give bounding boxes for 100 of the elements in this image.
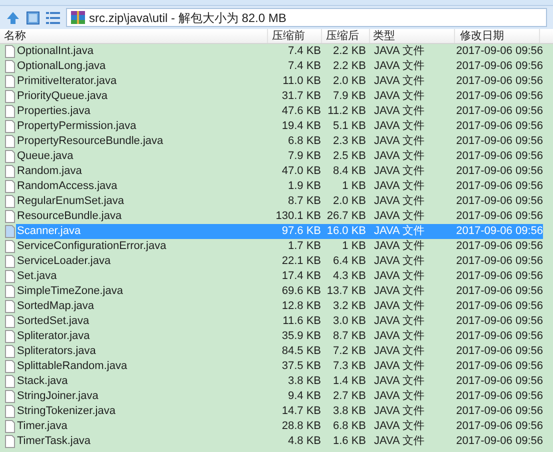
file-row[interactable]: Properties.java 47.6 KB 11.2 KB JAVA 文件 2017-09-06 09:56	[16, 104, 543, 119]
packed-size: 2.0 KB	[332, 74, 366, 89]
list-icon[interactable]	[46, 12, 60, 24]
column-header[interactable]: 类型	[370, 29, 455, 43]
file-row[interactable]: StringJoiner.java 9.4 KB 2.7 KB JAVA 文件 2017-09-06 09:56	[16, 389, 543, 404]
file-row[interactable]: Spliterator.java 35.9 KB 8.7 KB JAVA 文件 2017-09-06 09:56	[16, 329, 543, 344]
file-row[interactable]: PropertyPermission.java 19.4 KB 5.1 KB JAVA 文件 2017-09-06 09:56	[16, 119, 543, 134]
original-size: 4.8 KB	[286, 434, 321, 449]
file-icon	[5, 255, 15, 268]
modified-date: 2017-09-06 09:56	[455, 209, 543, 224]
up-arrow-icon[interactable]	[6, 10, 20, 24]
modified-date: 2017-09-06 09:56	[455, 419, 543, 434]
modified-date: 2017-09-06 09:56	[455, 284, 543, 299]
file-icon	[5, 360, 15, 373]
original-size: 22.1 KB	[280, 254, 321, 269]
modified-date: 2017-09-06 09:56	[455, 104, 543, 119]
file-type: JAVA 文件	[373, 194, 426, 209]
file-row[interactable]: Random.java 47.0 KB 8.4 KB JAVA 文件 2017-09-06 09:56	[16, 164, 543, 179]
original-size: 47.0 KB	[280, 164, 321, 179]
file-icon	[5, 330, 15, 343]
file-type: JAVA 文件	[373, 164, 426, 179]
file-row[interactable]: Spliterators.java 84.5 KB 7.2 KB JAVA 文件 2017-09-06 09:56	[16, 344, 543, 359]
file-name: RandomAccess.java	[16, 179, 118, 194]
file-icon	[5, 420, 15, 433]
packed-size: 3.2 KB	[332, 299, 366, 314]
file-row[interactable]: PropertyResourceBundle.java 6.8 KB 2.3 KB JAVA 文件 2017-09-06 09:56	[16, 134, 543, 149]
file-row[interactable]: RandomAccess.java 1.9 KB 1 KB JAVA 文件 2017-09-06 09:56	[16, 179, 543, 194]
file-name: Spliterators.java	[16, 344, 97, 359]
file-row[interactable]: SortedMap.java 12.8 KB 3.2 KB JAVA 文件 2017-09-06 09:56	[16, 299, 543, 314]
file-icon	[5, 45, 15, 58]
file-row[interactable]: RegularEnumSet.java 8.7 KB 2.0 KB JAVA 文件 2017-09-06 09:56	[16, 194, 543, 209]
original-size: 3.8 KB	[286, 374, 321, 389]
file-type: JAVA 文件	[373, 419, 426, 434]
file-type: JAVA 文件	[373, 134, 426, 149]
original-size: 35.9 KB	[280, 329, 321, 344]
file-row[interactable]: ServiceLoader.java 22.1 KB 6.4 KB JAVA 文件 2017-09-06 09:56	[16, 254, 543, 269]
file-row[interactable]: PriorityQueue.java 31.7 KB 7.9 KB JAVA 文件 2017-09-06 09:56	[16, 89, 543, 104]
column-header[interactable]: 压缩后	[322, 29, 370, 43]
modified-date: 2017-09-06 09:56	[455, 89, 543, 104]
file-icon	[5, 435, 15, 448]
original-size: 7.9 KB	[286, 149, 321, 164]
file-type: JAVA 文件	[373, 404, 426, 419]
file-icon	[5, 195, 15, 208]
column-header[interactable]: 压缩前	[268, 29, 322, 43]
file-name: PriorityQueue.java	[16, 89, 108, 104]
packed-size: 11.2 KB	[326, 104, 366, 119]
file-row[interactable]: StringTokenizer.java 14.7 KB 3.8 KB JAVA 文件 2017-09-06 09:56	[16, 404, 543, 419]
file-row[interactable]: Stack.java 3.8 KB 1.4 KB JAVA 文件 2017-09-06 09:56	[16, 374, 543, 389]
file-name: Timer.java	[16, 419, 68, 434]
original-size: 9.4 KB	[286, 389, 321, 404]
file-type: JAVA 文件	[373, 284, 426, 299]
file-row[interactable]: ResourceBundle.java 130.1 KB 26.7 KB JAVA 文件 2017-09-06 09:56	[16, 209, 543, 224]
file-row[interactable]: Set.java 17.4 KB 4.3 KB JAVA 文件 2017-09-06 09:56	[16, 269, 543, 284]
packed-size: 26.7 KB	[326, 209, 366, 224]
modified-date: 2017-09-06 09:56	[455, 374, 543, 389]
file-icon	[5, 405, 15, 418]
file-name: PrimitiveIterator.java	[16, 74, 118, 89]
packed-size: 7.3 KB	[332, 359, 366, 374]
original-size: 11.6 KB	[282, 314, 321, 329]
file-name: Set.java	[16, 269, 58, 284]
original-size: 130.1 KB	[274, 209, 321, 224]
packed-size: 6.4 KB	[332, 254, 366, 269]
modified-date: 2017-09-06 09:56	[455, 359, 543, 374]
modified-date: 2017-09-06 09:56	[455, 149, 543, 164]
column-header[interactable]: 名称	[0, 29, 268, 43]
file-name: OptionalInt.java	[16, 44, 94, 59]
modified-date: 2017-09-06 09:56	[455, 269, 543, 284]
window-icon[interactable]	[26, 10, 40, 24]
file-row[interactable]: Timer.java 28.8 KB 6.8 KB JAVA 文件 2017-09-06 09:56	[16, 419, 543, 434]
file-name: Spliterator.java	[16, 329, 91, 344]
original-size: 1.7 KB	[286, 239, 321, 254]
file-row[interactable]: Queue.java 7.9 KB 2.5 KB JAVA 文件 2017-09-06 09:56	[16, 149, 543, 164]
file-icon	[5, 150, 15, 163]
file-icon	[5, 240, 15, 253]
file-row[interactable]: PrimitiveIterator.java 11.0 KB 2.0 KB JAVA 文件 2017-09-06 09:56	[16, 74, 543, 89]
file-name: ServiceLoader.java	[16, 254, 112, 269]
file-type: JAVA 文件	[373, 254, 426, 269]
packed-size: 5.1 KB	[332, 119, 366, 134]
packed-size: 8.4 KB	[332, 164, 366, 179]
modified-date: 2017-09-06 09:56	[455, 434, 543, 449]
file-row[interactable]: TimerTask.java 4.8 KB 1.6 KB JAVA 文件 2017-09-06 09:56	[16, 434, 543, 449]
file-row[interactable]: SimpleTimeZone.java 69.6 KB 13.7 KB JAVA 文件 2017-09-06 09:56	[16, 284, 543, 299]
file-icon	[5, 300, 15, 313]
file-icon	[5, 375, 15, 388]
file-name: TimerTask.java	[16, 434, 92, 449]
file-row[interactable]: SplittableRandom.java 37.5 KB 7.3 KB JAVA 文件 2017-09-06 09:56	[16, 359, 543, 374]
file-name: ServiceConfigurationError.java	[16, 239, 168, 254]
file-row[interactable]: OptionalInt.java 7.4 KB 2.2 KB JAVA 文件 2017-09-06 09:56	[16, 44, 543, 59]
file-name: StringTokenizer.java	[16, 404, 116, 419]
address-field[interactable]: src.zip\java\util - 解包大小为 82.0 MB	[66, 8, 547, 27]
modified-date: 2017-09-06 09:56	[455, 224, 543, 239]
file-row[interactable]: ServiceConfigurationError.java 1.7 KB 1 KB JAVA 文件 2017-09-06 09:56	[16, 239, 543, 254]
modified-date: 2017-09-06 09:56	[455, 44, 543, 59]
column-header[interactable]: 修改日期	[455, 29, 540, 43]
file-row[interactable]: SortedSet.java 11.6 KB 3.0 KB JAVA 文件 2017-09-06 09:56	[16, 314, 543, 329]
original-size: 14.7 KB	[280, 404, 321, 419]
original-size: 7.4 KB	[286, 59, 321, 74]
address-path: src.zip\java\util - 解包大小为 82.0 MB	[89, 10, 286, 26]
file-name: PropertyResourceBundle.java	[16, 134, 164, 149]
file-row[interactable]: OptionalLong.java 7.4 KB 2.2 KB JAVA 文件 2017-09-06 09:56	[16, 59, 543, 74]
